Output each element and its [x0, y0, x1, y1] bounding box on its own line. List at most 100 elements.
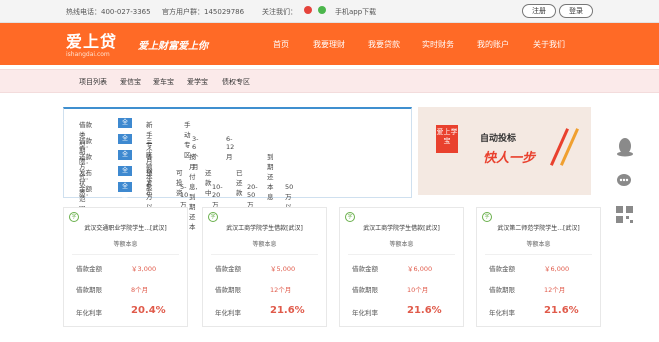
app-download-link[interactable]: 手机app下载	[335, 7, 376, 17]
rate-label: 年化利率	[76, 309, 102, 317]
loan-title[interactable]: 武汉交通职业学院学生...[武汉]	[64, 223, 187, 232]
qq-penguin-icon[interactable]	[616, 137, 634, 157]
nav-invest[interactable]: 我要理财	[313, 39, 345, 50]
filter-option[interactable]: 20-50万	[247, 183, 258, 209]
repayment-type: 等额本息	[113, 241, 138, 248]
rate-row: 年化利率 20.4%	[76, 305, 176, 317]
amount-label: 借款金额	[489, 265, 515, 273]
term-label: 借款期限	[352, 286, 378, 294]
term-row: 借款期限 12个月	[489, 284, 589, 294]
filter-panel: 借款类型： 全部 新手专区 手动专区 借款期限： 全部 三个月以下 3-6个月 …	[63, 107, 412, 231]
subnav-aixinbao[interactable]: 爱信宝	[120, 77, 141, 87]
follow-us-label: 关注我们：	[262, 8, 297, 16]
top-bar: 热线电话：400-027-3365 官方用户群：145029786 关注我们： …	[0, 0, 659, 23]
type-badge: 字	[208, 212, 218, 222]
subnav-aixuebao[interactable]: 爱学宝	[187, 77, 208, 87]
amount-label: 借款金额	[76, 265, 102, 273]
main-header: 爱上贷 ishangdai.com 爱上财富爱上你 首页 我要理财 我要贷款 实…	[0, 23, 659, 65]
weibo-icon[interactable]	[304, 6, 312, 14]
subnav-project-list[interactable]: 项目列表	[79, 77, 107, 87]
subnav-aichebao[interactable]: 爱车宝	[153, 77, 174, 87]
filter-option[interactable]: 5-10万	[180, 183, 188, 209]
wechat-icon[interactable]	[318, 6, 326, 14]
term-label: 借款期限	[489, 286, 515, 294]
qq-group-text: 官方用户群：145029786	[162, 8, 245, 16]
login-button[interactable]: 登录	[559, 4, 593, 18]
amount-row: 借款金额 ￥3,000	[76, 263, 176, 273]
divider	[211, 254, 318, 255]
amount-value: ￥6,000	[544, 265, 570, 273]
chat-bubble-icon[interactable]	[616, 172, 634, 190]
filter-option[interactable]: 已还款	[236, 167, 243, 197]
product-subnav: 项目列表 爱信宝 爱车宝 爱学宝 债权专区	[0, 69, 659, 93]
type-badge: 字	[482, 212, 492, 222]
repayment-type: 等额本息	[526, 241, 551, 248]
term-label: 借款期限	[215, 286, 241, 294]
loan-title[interactable]: 武汉工商学院学生借款[武汉]	[203, 223, 326, 232]
loan-card[interactable]: 字 武汉工商学院学生借款[武汉] 等额本息 借款金额 ￥5,000 借款期限 12个…	[202, 207, 327, 327]
loan-title[interactable]: 武汉第二师范学院学生...[武汉]	[477, 223, 600, 232]
repayment-type: 等额本息	[252, 241, 277, 248]
filter-all-button[interactable]: 全部	[118, 166, 133, 184]
nav-about[interactable]: 关于我们	[533, 39, 565, 50]
filter-option[interactable]: 6-12月	[226, 135, 234, 161]
filter-option[interactable]: 按月付息,到期还本	[189, 151, 198, 231]
nav-loan[interactable]: 我要贷款	[368, 39, 400, 50]
amount-value: ￥3,000	[131, 265, 157, 273]
rate-value: 21.6%	[544, 305, 579, 316]
term-value: 8个月	[131, 286, 149, 294]
filter-option[interactable]: 还款中	[205, 167, 212, 197]
rate-row: 年化利率 21.6%	[215, 305, 315, 317]
loan-card[interactable]: 字 武汉第二师范学院学生...[武汉] 等额本息 借款金额 ￥6,000 借款期限…	[476, 207, 601, 327]
filter-option[interactable]: 10-20万	[212, 183, 223, 209]
nav-account[interactable]: 我的账户	[477, 39, 509, 50]
banner-tag: 爱上学宝	[436, 125, 458, 153]
nav-finance[interactable]: 实时财务	[422, 39, 454, 50]
amount-row: 借款金额 ￥5,000	[215, 263, 315, 273]
banner-subline: 快人一步	[483, 151, 536, 166]
rate-value: 21.6%	[407, 305, 442, 316]
filter-all-button[interactable]: 全部	[118, 182, 133, 200]
rate-value: 20.4%	[131, 305, 166, 316]
brush-stroke-decoration	[549, 128, 570, 166]
rate-value: 21.6%	[270, 305, 305, 316]
auto-bid-banner[interactable]: 爱上学宝 自动投标 快人一步	[418, 107, 591, 195]
term-row: 借款期限 10个月	[352, 284, 452, 294]
banner-headline: 自动投标	[480, 134, 517, 144]
filter-all-button[interactable]: 全部	[118, 150, 133, 168]
filter-all-button[interactable]: 全部	[118, 134, 133, 152]
filter-option[interactable]: 到期还本息	[267, 151, 274, 201]
loan-card[interactable]: 字 武汉交通职业学院学生...[武汉] 等额本息 借款金额 ￥3,000 借款期限…	[63, 207, 188, 327]
hotline-text: 热线电话：400-027-3365	[66, 8, 151, 16]
amount-label: 借款金额	[215, 265, 241, 273]
term-value: 12个月	[270, 286, 292, 294]
rate-label: 年化利率	[352, 309, 378, 317]
qr-code-icon[interactable]	[616, 206, 634, 226]
logo-domain: ishangdai.com	[66, 51, 110, 58]
rate-label: 年化利率	[215, 309, 241, 317]
type-badge: 字	[69, 212, 79, 222]
rate-label: 年化利率	[489, 309, 515, 317]
divider	[485, 254, 592, 255]
loan-title[interactable]: 武汉工商学院学生借款[武汉]	[340, 223, 463, 232]
amount-row: 借款金额 ￥6,000	[489, 263, 589, 273]
divider	[72, 254, 179, 255]
divider	[348, 254, 455, 255]
rate-row: 年化利率 21.6%	[489, 305, 589, 317]
slogan: 爱上财富爱上你	[138, 41, 208, 52]
register-button[interactable]: 注册	[522, 4, 556, 18]
filter-all-button[interactable]: 全部	[118, 118, 133, 136]
rate-row: 年化利率 21.6%	[352, 305, 452, 317]
term-value: 10个月	[407, 286, 429, 294]
term-row: 借款期限 8个月	[76, 284, 176, 294]
amount-value: ￥5,000	[270, 265, 296, 273]
repayment-type: 等额本息	[389, 241, 414, 248]
site-logo[interactable]: 爱上贷 ishangdai.com	[66, 28, 117, 58]
type-badge: 字	[345, 212, 355, 222]
amount-label: 借款金额	[352, 265, 378, 273]
loan-card[interactable]: 字 武汉工商学院学生借款[武汉] 等额本息 借款金额 ￥6,000 借款期限 10个…	[339, 207, 464, 327]
term-row: 借款期限 12个月	[215, 284, 315, 294]
subnav-debt-zone[interactable]: 债权专区	[222, 77, 250, 87]
term-label: 借款期限	[76, 286, 102, 294]
nav-home[interactable]: 首页	[273, 39, 289, 50]
